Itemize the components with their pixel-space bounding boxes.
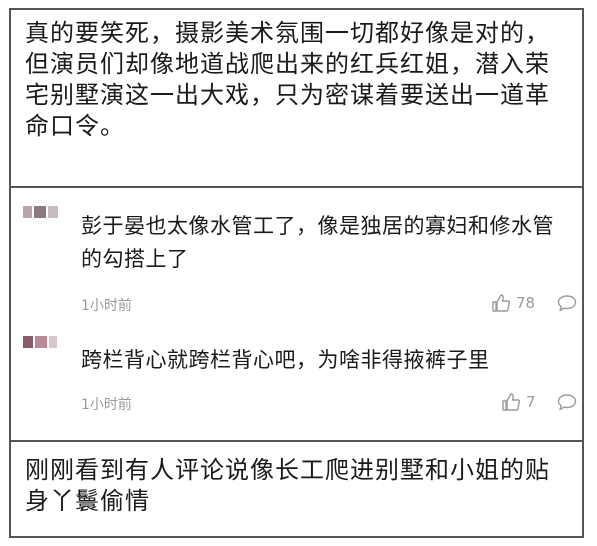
like-button[interactable]: 7 — [501, 392, 536, 412]
comment-text: 彭于晏也太像水管工了，像是独居的寡妇和修水管的勾搭上了 — [81, 214, 554, 271]
like-button[interactable]: 78 — [491, 293, 535, 313]
comment-text: 跨栏背心就跨栏背心吧，为啥非得掖裤子里 — [81, 348, 490, 372]
post-text-bottom: 刚刚看到有人评论说像长工爬进别墅和小姐的贴身丫鬟偷情 — [25, 456, 550, 515]
reply-button[interactable] — [557, 393, 577, 411]
thumbs-up-icon — [492, 294, 511, 312]
divider — [11, 440, 582, 442]
thumbs-up-icon — [502, 393, 521, 411]
reply-button[interactable] — [557, 294, 577, 312]
avatar[interactable] — [23, 206, 63, 218]
comment-time: 1小时前 — [81, 397, 132, 413]
like-count: 7 — [526, 393, 536, 411]
comment-bubble-icon — [557, 295, 577, 312]
post-text-top: 真的要笑死，摄影美术氛围一切都好像是对的，但演员们却像地道战爬出来的红兵红姐，潜… — [25, 19, 550, 140]
like-count: 78 — [516, 294, 536, 312]
comment-bubble-icon — [557, 394, 577, 411]
avatar[interactable] — [23, 336, 63, 348]
divider — [11, 186, 582, 188]
screenshot-frame: 真的要笑死，摄影美术氛围一切都好像是对的，但演员们却像地道战爬出来的红兵红姐，潜… — [9, 8, 584, 538]
comment-time: 1小时前 — [81, 298, 132, 314]
